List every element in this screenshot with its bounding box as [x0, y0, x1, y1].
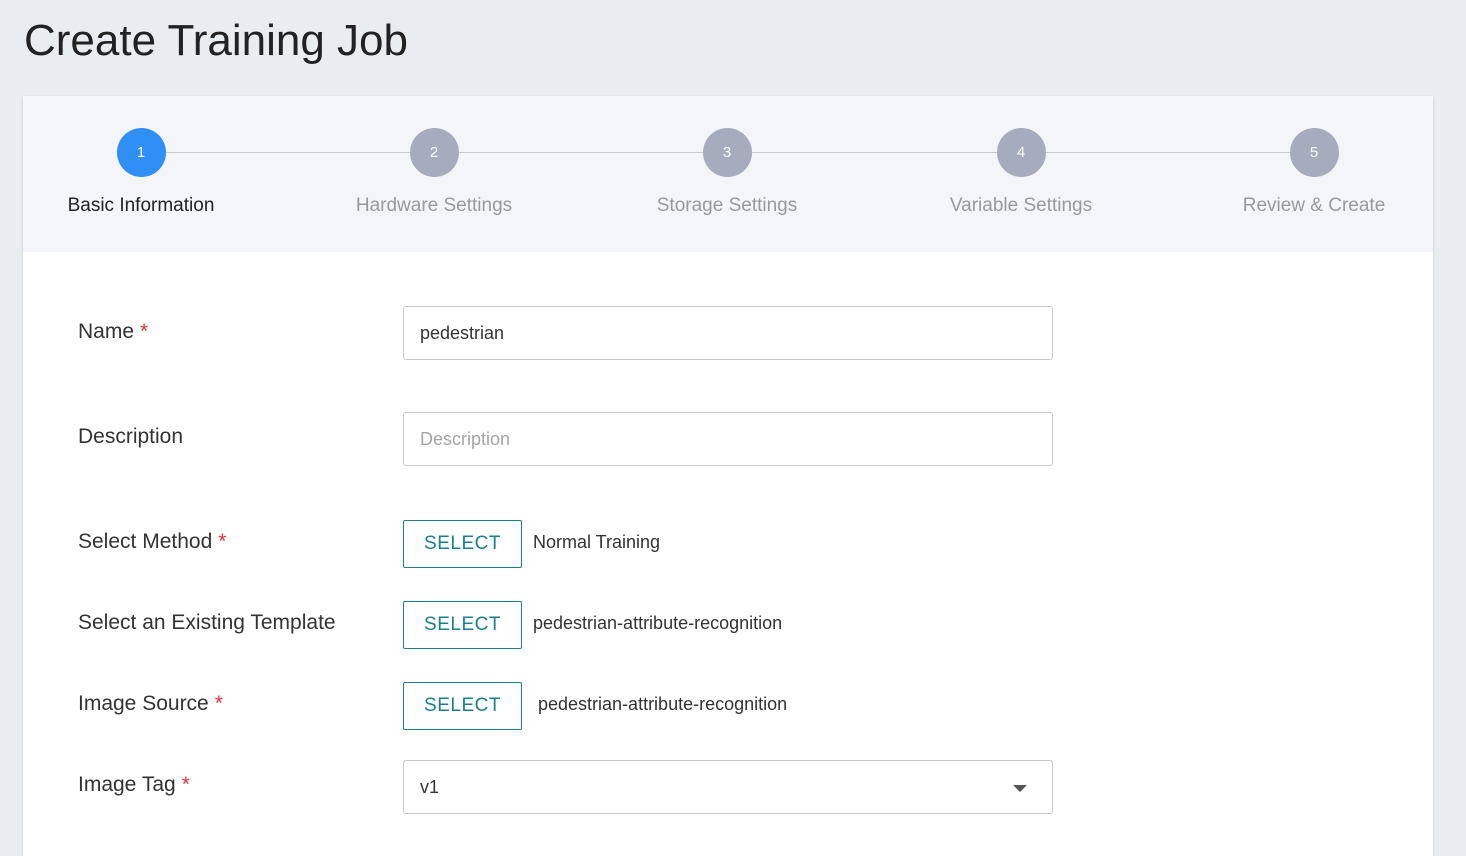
required-mark: *	[218, 530, 227, 553]
step-hardware-settings[interactable]: 2 Hardware Settings	[314, 128, 554, 217]
description-input[interactable]: Description	[403, 412, 1053, 466]
image-tag-label-text: Image Tag	[78, 773, 176, 796]
required-mark: *	[181, 773, 190, 796]
step-label: Basic Information	[67, 195, 215, 216]
form-card: 1 Basic Information 2 Hardware Settings …	[23, 96, 1433, 856]
image-source-value: pedestrian-attribute-recognition	[538, 694, 788, 714]
step-basic-information[interactable]: 1 Basic Information	[21, 128, 261, 217]
image-tag-label: Image Tag *	[78, 773, 190, 797]
step-number: 2	[409, 128, 459, 177]
caret-down-icon[interactable]	[1013, 785, 1027, 792]
stepper: 1 Basic Information 2 Hardware Settings …	[23, 96, 1433, 252]
description-label-text: Description	[78, 425, 184, 448]
select-method-value: Normal Training	[533, 532, 661, 552]
step-label: Review & Create	[1242, 195, 1386, 216]
image-tag-value: v1	[420, 777, 440, 797]
step-number: 5	[1289, 128, 1339, 177]
step-variable-settings[interactable]: 4 Variable Settings	[901, 128, 1141, 217]
select-method-label: Select Method *	[78, 530, 226, 554]
name-label-text: Name	[78, 320, 135, 343]
select-method-button[interactable]: SELECT	[403, 520, 522, 568]
step-number: 4	[996, 128, 1046, 177]
image-source-label-text: Image Source	[78, 692, 209, 715]
required-mark: *	[140, 320, 149, 343]
name-input[interactable]: pedestrian	[403, 306, 1053, 360]
step-label: Storage Settings	[656, 195, 798, 216]
required-mark: *	[214, 692, 223, 715]
existing-template-label-text: Select an Existing Template	[78, 611, 336, 634]
step-storage-settings[interactable]: 3 Storage Settings	[607, 128, 847, 217]
step-number: 3	[702, 128, 752, 177]
description-label: Description	[78, 425, 183, 449]
name-label: Name *	[78, 320, 148, 344]
image-tag-select[interactable]: v1	[403, 760, 1053, 814]
image-source-label: Image Source *	[78, 692, 223, 716]
select-template-button[interactable]: SELECT	[403, 601, 522, 649]
existing-template-value: pedestrian-attribute-recognition	[533, 613, 783, 633]
select-method-label-text: Select Method	[78, 530, 213, 553]
existing-template-label: Select an Existing Template	[78, 611, 336, 635]
step-label: Variable Settings	[949, 195, 1093, 216]
step-review-create[interactable]: 5 Review & Create	[1194, 128, 1434, 217]
step-number: 1	[116, 128, 166, 177]
step-label: Hardware Settings	[355, 195, 513, 216]
page-title: Create Training Job	[24, 16, 408, 65]
select-image-source-button[interactable]: SELECT	[403, 682, 522, 730]
